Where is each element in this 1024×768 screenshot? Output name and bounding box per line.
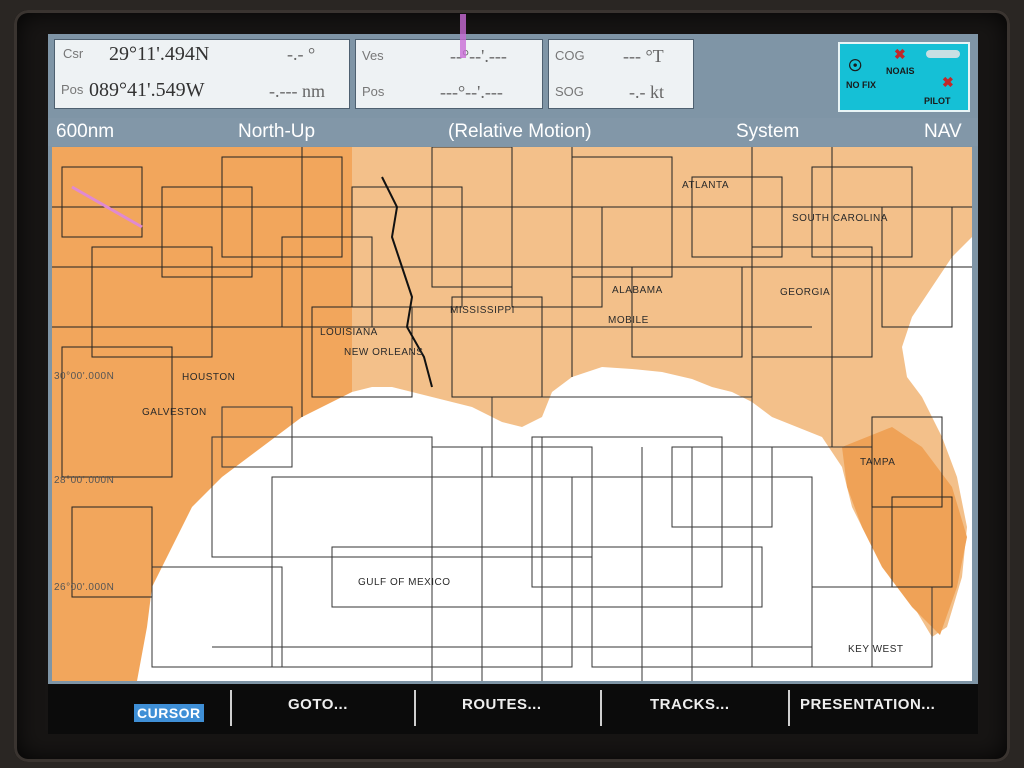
label-new-orleans: NEW ORLEANS	[344, 347, 424, 358]
cursor-latitude: 29°11'.494N	[109, 43, 210, 65]
latitude-30: 30°00'.000N	[54, 371, 115, 382]
vessel-icon	[926, 50, 960, 58]
system-label: System	[736, 121, 800, 142]
sog-label: SOG	[555, 84, 584, 99]
plotter-screen: Csr 29°11'.494N -.- ° Pos 089°41'.549W -…	[48, 34, 978, 734]
pilot-label: PILOT	[924, 96, 951, 106]
no-ais-label: NOAIS	[886, 66, 915, 76]
cog-value: --- °T	[623, 46, 664, 66]
gps-ais-status: ☉ ✖ NOAIS NO FIX ✖ PILOT	[838, 42, 970, 112]
ves-label: Ves	[362, 48, 384, 63]
tracks-softkey[interactable]: TRACKS...	[650, 696, 730, 713]
chart-status-bar: 600nm North-Up (Relative Motion) System …	[48, 118, 978, 146]
softkey-separator	[788, 690, 790, 726]
chart-area[interactable]: ATLANTA SOUTH CAROLINA ALABAMA GEORGIA M…	[52, 147, 972, 681]
label-south-carolina: SOUTH CAROLINA	[792, 213, 888, 224]
label-key-west: KEY WEST	[848, 644, 904, 655]
range-indicator[interactable]: 600nm	[56, 121, 114, 143]
label-houston: HOUSTON	[182, 372, 236, 383]
cursor-data-box: Csr 29°11'.494N -.- ° Pos 089°41'.549W -…	[54, 39, 350, 109]
vessel-longitude: ---°--'.---	[440, 82, 503, 102]
latitude-26: 26°00'.000N	[54, 582, 115, 593]
pos-label: Pos	[61, 82, 84, 97]
softkey-separator	[600, 690, 602, 726]
cursor-range: -.--- nm	[269, 81, 325, 101]
vessel-pos-label: Pos	[362, 84, 385, 99]
latitude-28: 28°00'.000N	[54, 475, 115, 486]
label-galveston: GALVESTON	[142, 407, 207, 418]
cursor-bearing: -.- °	[287, 44, 316, 64]
presentation-softkey[interactable]: PRESENTATION...	[800, 696, 935, 713]
cursor-longitude: 089°41'.549W	[89, 79, 205, 101]
pilot-off-icon: ✖	[942, 74, 954, 90]
label-tampa: TAMPA	[860, 457, 896, 468]
csr-label: Csr	[63, 46, 84, 61]
goto-softkey[interactable]: GOTO...	[288, 696, 348, 713]
label-gulf-of-mexico: GULF OF MEXICO	[358, 577, 451, 588]
label-georgia: GEORGIA	[780, 287, 831, 298]
screen-glare	[460, 14, 466, 58]
vessel-data-box: Ves --°--'.--- Pos ---°--'.---	[355, 39, 543, 109]
softkey-separator	[230, 690, 232, 726]
motion-mode[interactable]: (Relative Motion)	[448, 121, 592, 143]
satellite-icon: ☉	[848, 58, 863, 75]
label-louisiana: LOUISIANA	[320, 327, 378, 338]
cursor-softkey[interactable]: CURSOR	[134, 704, 204, 722]
label-atlanta: ATLANTA	[682, 180, 730, 191]
softkey-bar: CURSOR GOTO... ROUTES... TRACKS... PRESE…	[48, 684, 978, 734]
softkey-separator	[414, 690, 416, 726]
vessel-latitude: --°--'.---	[450, 46, 507, 66]
routes-softkey[interactable]: ROUTES...	[462, 696, 542, 713]
no-fix-label: NO FIX	[846, 80, 877, 90]
label-alabama: ALABAMA	[612, 285, 663, 296]
label-mobile: MOBILE	[608, 315, 649, 326]
ais-off-icon: ✖	[894, 46, 906, 62]
cog-label: COG	[555, 48, 585, 63]
label-mississippi: MISSISSIPPI	[450, 305, 515, 316]
course-data-box: COG --- °T SOG -.- kt	[548, 39, 694, 109]
orientation-mode[interactable]: North-Up	[238, 121, 315, 143]
sog-value: -.- kt	[629, 82, 664, 102]
nav-mode: NAV	[924, 121, 962, 142]
data-panel: Csr 29°11'.494N -.- ° Pos 089°41'.549W -…	[48, 34, 978, 116]
